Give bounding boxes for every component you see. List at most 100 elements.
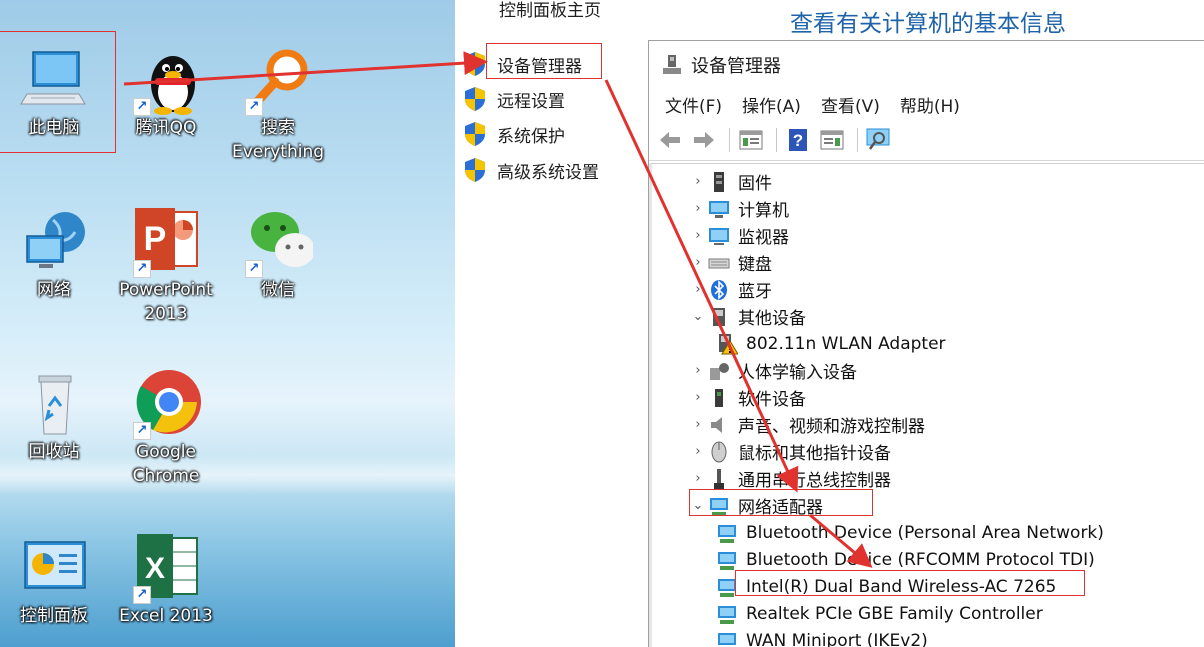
tree-item[interactable]: › 蓝牙 <box>688 276 772 303</box>
network-adapter-icon <box>718 632 736 647</box>
desktop-icon-everything[interactable]: ↗ 搜索 Everything <box>228 44 328 164</box>
expand-chevron-icon[interactable]: › <box>688 174 708 189</box>
computer-icon <box>709 200 729 218</box>
link-label: 系统保护 <box>497 126 565 147</box>
desktop-icon-network[interactable]: 网络 <box>4 206 104 302</box>
expand-chevron-icon[interactable]: › <box>688 444 708 459</box>
desktop-icon-label: 回收站 <box>28 442 80 462</box>
link-advanced-system-settings[interactable]: 高级系统设置 <box>463 156 599 184</box>
collapse-chevron-icon[interactable]: ⌄ <box>688 309 708 324</box>
help-icon: ? <box>789 128 807 151</box>
tree-item-label: 鼠标和其他指针设备 <box>738 444 891 464</box>
scan-hardware-icon <box>866 128 890 150</box>
tree-item[interactable]: › 鼠标和其他指针设备 <box>688 438 891 465</box>
tree-item-label: 固件 <box>738 174 772 194</box>
desktop-icon-chrome[interactable]: ↗ Google Chrome <box>116 368 216 488</box>
back-button[interactable] <box>655 126 685 154</box>
expand-chevron-icon[interactable]: › <box>688 417 708 432</box>
device-manager-icon <box>663 55 681 74</box>
desktop-icon-excel[interactable]: X ↗ Excel 2013 <box>116 532 216 628</box>
menu-help[interactable]: 帮助(H) <box>890 92 970 117</box>
expand-chevron-icon[interactable]: › <box>688 363 708 378</box>
hid-icon <box>710 362 729 380</box>
expand-chevron-icon[interactable]: › <box>688 390 708 405</box>
scan-hardware-button[interactable] <box>864 126 894 154</box>
desktop-icon-wechat[interactable]: ↗ 微信 <box>228 206 328 302</box>
qq-penguin-icon: ↗ <box>131 44 201 116</box>
tree-item[interactable]: › 声音、视频和游戏控制器 <box>688 411 925 438</box>
device-manager-window: 设备管理器 文件(F) 操作(A) 查看(V) 帮助(H) ? › 固件 › 计… <box>648 40 1204 647</box>
tree-item[interactable]: WAN Miniport (IKEv2) <box>716 627 928 647</box>
expand-chevron-icon[interactable]: › <box>688 255 708 270</box>
uac-shield-icon <box>465 158 485 182</box>
tree-item-label: 人体学输入设备 <box>738 363 857 383</box>
uac-shield-icon <box>465 52 485 76</box>
properties-button[interactable] <box>736 126 766 154</box>
highlight-box-device-manager <box>486 43 602 79</box>
usb-icon <box>714 468 724 489</box>
expand-chevron-icon[interactable]: › <box>688 282 708 297</box>
tree-item[interactable]: Realtek PCIe GBE Family Controller <box>716 600 1043 627</box>
shortcut-arrow-icon: ↗ <box>133 586 151 604</box>
chrome-icon: ↗ <box>131 368 201 440</box>
tree-item-label: WAN Miniport (IKEv2) <box>746 630 928 647</box>
tree-item[interactable]: › 计算机 <box>688 195 789 222</box>
tree-item[interactable]: › 软件设备 <box>688 384 806 411</box>
powerpoint-icon: P ↗ <box>131 206 201 278</box>
svg-text:X: X <box>145 552 165 585</box>
tree-item[interactable]: › 固件 <box>688 168 772 195</box>
tree-item[interactable]: › 监视器 <box>688 222 789 249</box>
link-remote-settings[interactable]: 远程设置 <box>463 85 565 113</box>
tree-item[interactable]: 802.11n WLAN Adapter <box>716 330 946 357</box>
tree-item-label: 蓝牙 <box>738 282 772 302</box>
tree-item-label: 其他设备 <box>738 309 806 329</box>
forward-button[interactable] <box>689 126 719 154</box>
desktop-icon-powerpoint[interactable]: P ↗ PowerPoint 2013 <box>116 206 216 326</box>
expand-chevron-icon[interactable]: › <box>688 201 708 216</box>
menu-view[interactable]: 查看(V) <box>811 92 890 117</box>
back-arrow-icon <box>660 131 680 148</box>
highlight-box-this-pc <box>0 31 116 153</box>
svg-text:?: ? <box>793 131 803 150</box>
uac-shield-icon <box>465 122 485 146</box>
other-devices-icon <box>713 307 725 326</box>
expand-chevron-icon[interactable]: › <box>688 228 708 243</box>
tree-item[interactable]: › 键盘 <box>688 249 772 276</box>
title-bar: 设备管理器 <box>649 41 1204 89</box>
tree-item[interactable]: › 人体学输入设备 <box>688 357 857 384</box>
link-system-protection[interactable]: 系统保护 <box>463 120 565 148</box>
forward-arrow-icon <box>694 131 714 148</box>
tree-item[interactable]: Bluetooth Device (RFCOMM Protocol TDI) <box>716 546 1095 573</box>
keyboard-icon <box>708 258 730 268</box>
menu-action[interactable]: 操作(A) <box>732 92 811 117</box>
tree-item-label: 802.11n WLAN Adapter <box>746 333 946 354</box>
tree-item[interactable]: › 通用串行总线控制器 <box>688 465 891 492</box>
menu-file[interactable]: 文件(F) <box>655 92 732 117</box>
network-adapter-icon <box>718 524 736 543</box>
shortcut-arrow-icon: ↗ <box>133 422 151 440</box>
tree-item[interactable]: ⌄ 其他设备 <box>688 303 806 330</box>
software-device-icon <box>715 388 723 407</box>
expand-chevron-icon[interactable]: › <box>688 471 708 486</box>
update-driver-button[interactable] <box>817 126 847 154</box>
window-title: 设备管理器 <box>691 56 781 77</box>
tree-item[interactable]: Bluetooth Device (Personal Area Network) <box>716 519 1104 546</box>
desktop-icon-qq[interactable]: ↗ 腾讯QQ <box>116 44 216 140</box>
speaker-icon <box>711 416 722 433</box>
desktop-icon-label-line2: Everything <box>231 142 325 162</box>
control-panel-home-link[interactable]: 控制面板主页 <box>499 0 601 21</box>
desktop-icon-label: 网络 <box>37 280 71 300</box>
tree-item-label: 键盘 <box>738 255 772 275</box>
uac-shield-icon <box>465 87 485 111</box>
help-button[interactable]: ? <box>783 126 813 154</box>
firmware-icon <box>714 171 724 192</box>
warning-device-icon <box>719 333 738 354</box>
tree-item-label: 监视器 <box>738 228 789 248</box>
recycle-bin-icon <box>19 368 89 440</box>
shortcut-arrow-icon: ↗ <box>133 98 151 116</box>
desktop-icon-recycle-bin[interactable]: 回收站 <box>4 368 104 464</box>
desktop-icon-label-line2: Chrome <box>132 466 200 486</box>
tree-item-label: 软件设备 <box>738 390 806 410</box>
network-adapter-icon <box>718 605 736 624</box>
desktop-icon-control-panel[interactable]: 控制面板 <box>4 532 104 628</box>
